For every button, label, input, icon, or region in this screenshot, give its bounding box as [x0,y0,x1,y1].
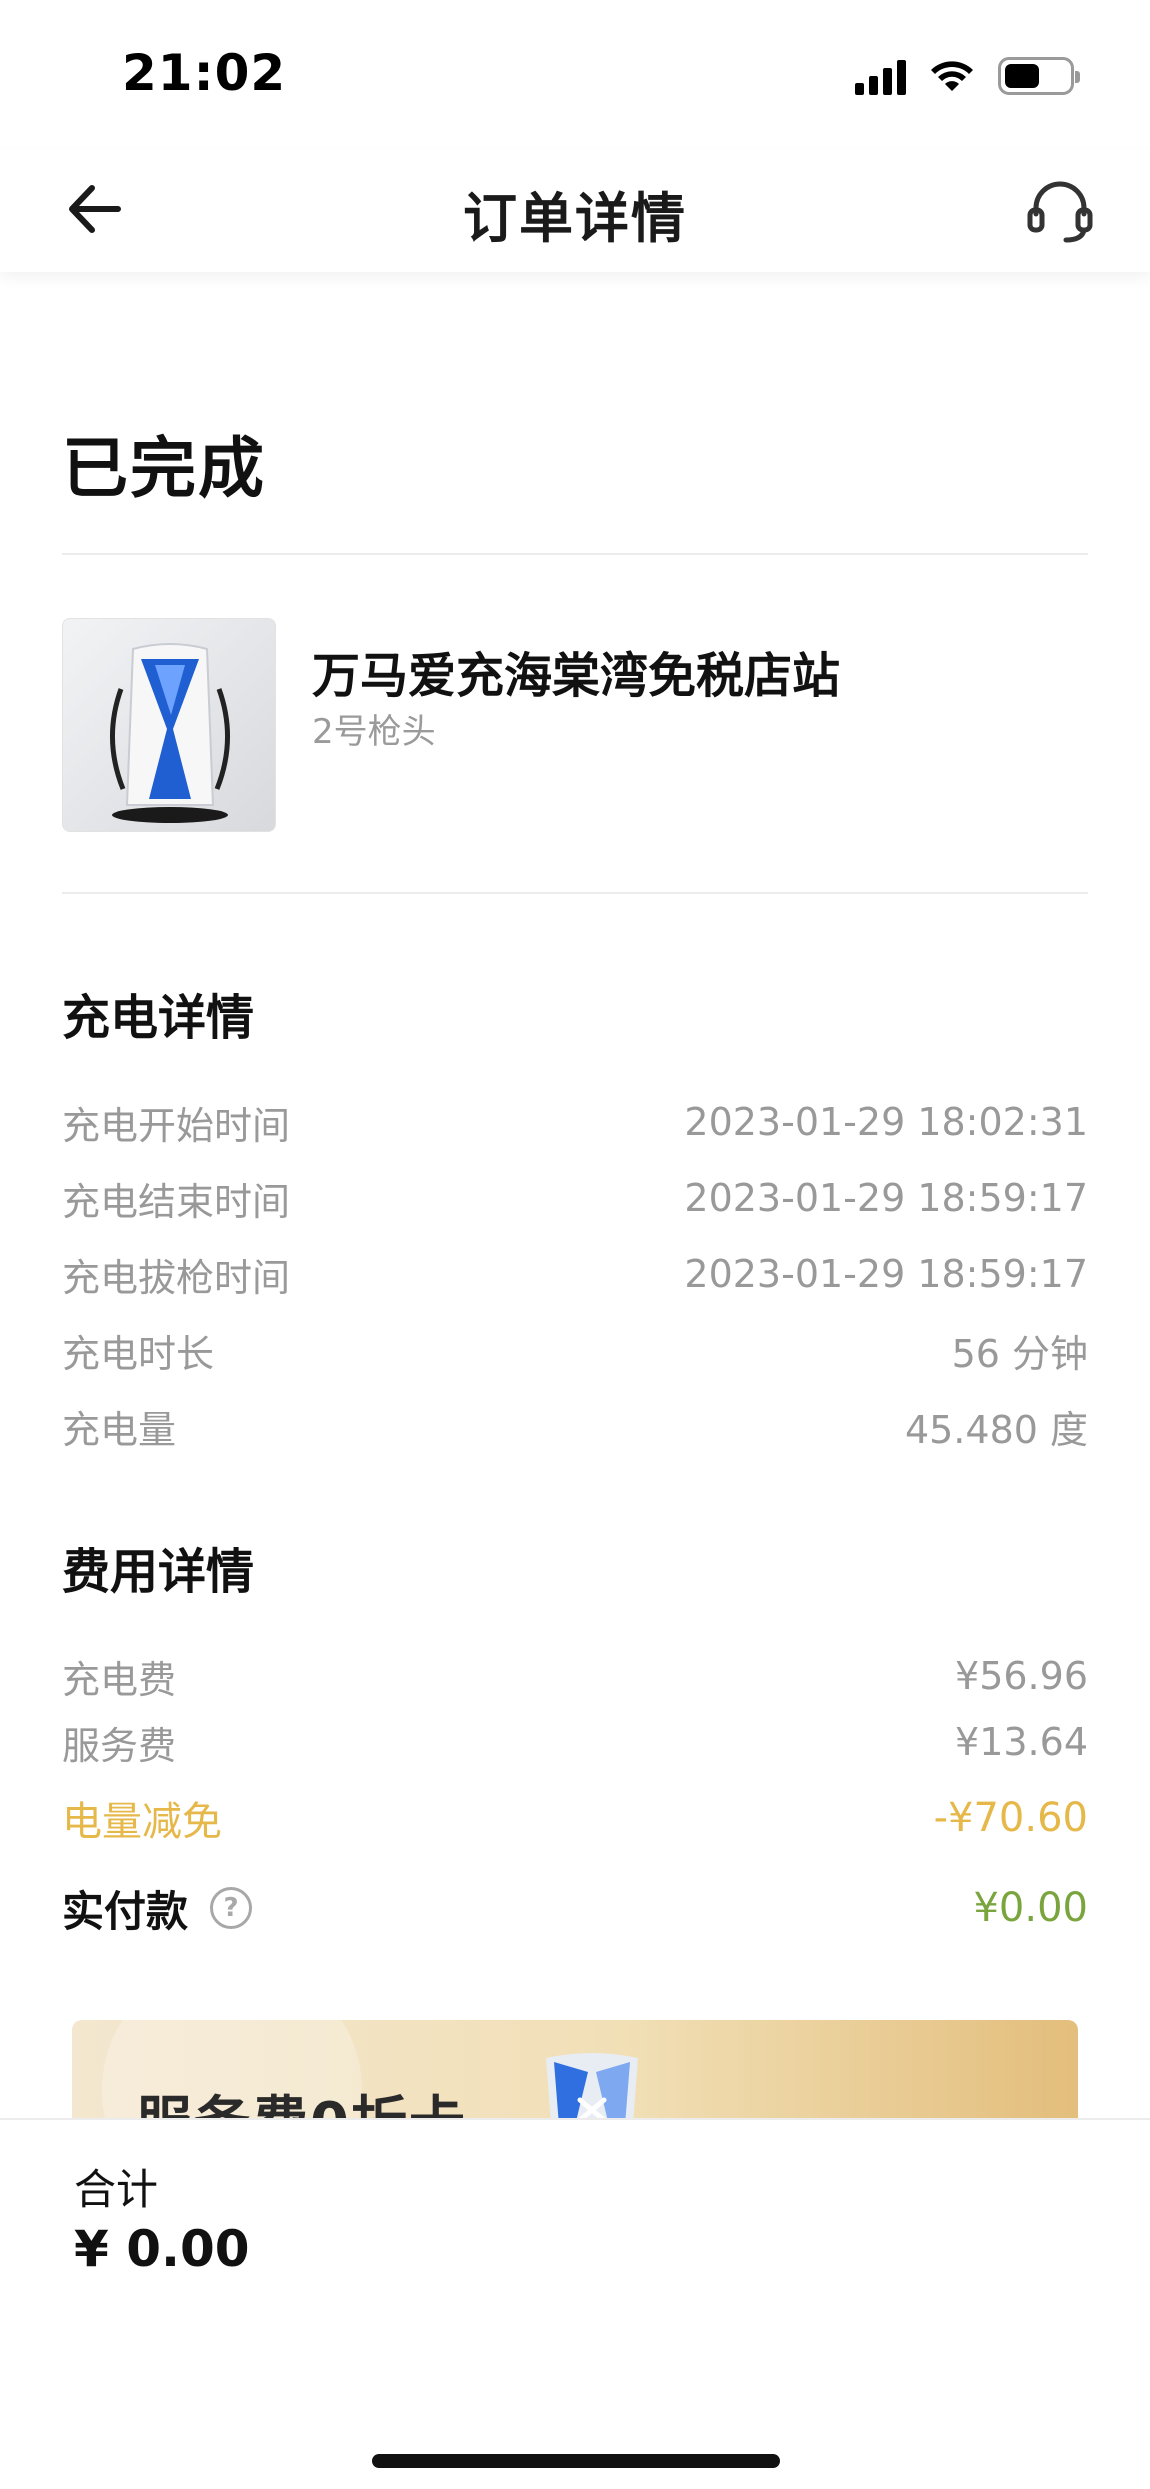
detail-row-unplug-time: 充电拔枪时间 2023-01-29 18:59:17 [62,1246,1088,1302]
row-label: 充电费 [62,1657,177,1702]
row-value: -¥70.60 [933,1795,1088,1841]
promo-text: 服务费0折卡 [136,2078,467,2120]
nav-bar: 订单详情 [0,150,1150,272]
signal-icon [855,57,906,95]
row-value: 2023-01-29 18:02:31 [684,1100,1088,1144]
divider [62,553,1088,555]
row-value: ¥13.64 [955,1720,1088,1764]
row-label: 服务费 [62,1723,177,1768]
charger-pile-icon [109,643,231,823]
total-amount: ¥ 0.00 [74,2220,250,2278]
row-value: ¥0.00 [973,1885,1088,1931]
row-label: 充电量 [62,1407,177,1452]
wifi-icon [931,61,973,91]
paid-label-wrap: 实付款 ? [62,1878,253,1939]
battery-icon [998,57,1080,95]
help-icon[interactable]: ? [210,1887,253,1929]
page-title: 订单详情 [463,187,687,250]
status-icons [855,56,1080,96]
row-label: 电量减免 [62,1799,222,1845]
fee-row-discount: 电量减免 -¥70.60 [62,1790,1088,1846]
station-image [62,618,276,832]
row-value: 45.480 度 [904,1407,1088,1452]
status-bar: 21:02 [0,0,1150,150]
total-label: 合计 [74,2165,159,2214]
promo-banner[interactable]: 服务费0折卡 [72,2020,1078,2120]
row-value: ¥56.96 [955,1654,1088,1698]
detail-row-duration: 充电时长 56 分钟 [62,1322,1088,1378]
fee-row-paid: 实付款 ? ¥0.00 [62,1880,1088,1936]
footer-bar: 合计 ¥ 0.00 [0,2118,1150,2489]
row-value: 2023-01-29 18:59:17 [684,1252,1088,1296]
detail-row-energy: 充电量 45.480 度 [62,1398,1088,1454]
row-value: 2023-01-29 18:59:17 [684,1176,1088,1220]
row-label: 充电时长 [62,1331,215,1376]
xpeng-logo-icon [546,2053,638,2120]
row-label: 充电开始时间 [62,1103,291,1148]
headset-icon[interactable] [1022,172,1098,248]
order-status: 已完成 [62,430,266,507]
status-time: 21:02 [122,44,287,102]
row-label: 充电拔枪时间 [62,1255,291,1300]
station-gun: 2号枪头 [312,712,436,752]
station-name: 万马爱充海棠湾免税店站 [312,648,841,704]
divider [62,892,1088,894]
row-value: 56 分钟 [951,1331,1088,1376]
detail-row-end-time: 充电结束时间 2023-01-29 18:59:17 [62,1170,1088,1226]
row-label: 充电结束时间 [62,1179,291,1224]
row-label: 实付款 [62,1886,189,1936]
fees-section-title: 费用详情 [62,1544,255,1600]
fee-row-charge: 充电费 ¥56.96 [62,1648,1088,1704]
battery-level [1005,64,1039,88]
charging-section-title: 充电详情 [62,990,255,1046]
fee-row-service: 服务费 ¥13.64 [62,1714,1088,1770]
station-card[interactable]: 万马爱充海棠湾免税店站 2号枪头 [62,618,1088,833]
detail-row-start-time: 充电开始时间 2023-01-29 18:02:31 [62,1094,1088,1150]
home-indicator [372,2454,780,2468]
